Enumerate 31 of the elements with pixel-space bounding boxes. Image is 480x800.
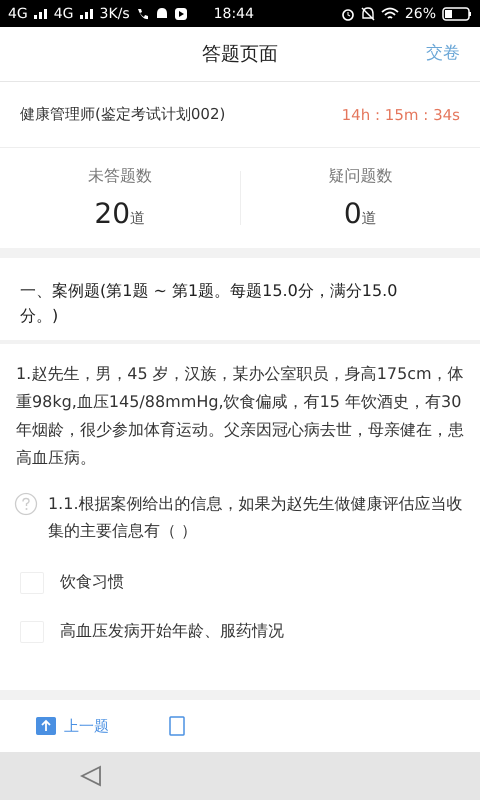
exam-name: 健康管理师(鉴定考试计划002) <box>20 105 226 124</box>
option-label[interactable]: 饮食习惯 <box>60 572 124 593</box>
stat-unit: 道 <box>130 209 146 227</box>
page-title: 答题页面 <box>202 42 278 67</box>
battery-icon <box>442 6 472 20</box>
section-heading: 一、案例题(第1题 ~ 第1题。每题15.0分，满分15.0分。) <box>0 258 480 344</box>
stat-count: 20 <box>94 197 130 230</box>
mute-icon <box>360 6 375 20</box>
countdown-timer: 14h : 15m : 34s <box>342 106 460 124</box>
stat-count: 0 <box>344 197 362 230</box>
phone-icon <box>136 6 150 20</box>
signal-icon <box>34 8 48 18</box>
stat-label: 未答题数 <box>88 166 152 187</box>
question-text: 1.1.根据案例给出的信息，如果为赵先生做健康评估应当收集的主要信息有（ ） <box>48 493 464 542</box>
option-label[interactable]: 高血压发病开始年龄、服药情况 <box>60 621 284 642</box>
back-icon[interactable] <box>80 765 102 787</box>
play-icon <box>174 6 188 20</box>
network-type: 4G <box>54 6 74 22</box>
network-type: 4G <box>8 6 28 22</box>
stat-label: 疑问题数 <box>328 166 392 187</box>
question-mark-icon[interactable] <box>14 492 38 516</box>
case-description: 1.赵先生，男，45 岁，汉族，某办公室职员，身高175cm，体重98kg,血压145/88mmHg,饮食偏咸，有15 年饮酒史，有30 年烟龄，很少参加体育运动。父亲因冠心病去世，母亲健在，患高血压病。 <box>15 363 465 469</box>
stat-unit: 道 <box>362 209 377 227</box>
clock-time: 18:44 <box>214 6 254 22</box>
wifi-icon <box>380 6 399 20</box>
bell-icon <box>156 6 168 20</box>
card-icon[interactable] <box>169 716 185 736</box>
battery-percent: 26% <box>404 6 436 22</box>
alarm-icon <box>340 6 355 20</box>
signal-icon <box>80 8 94 18</box>
network-speed: 3K/s <box>100 6 130 22</box>
